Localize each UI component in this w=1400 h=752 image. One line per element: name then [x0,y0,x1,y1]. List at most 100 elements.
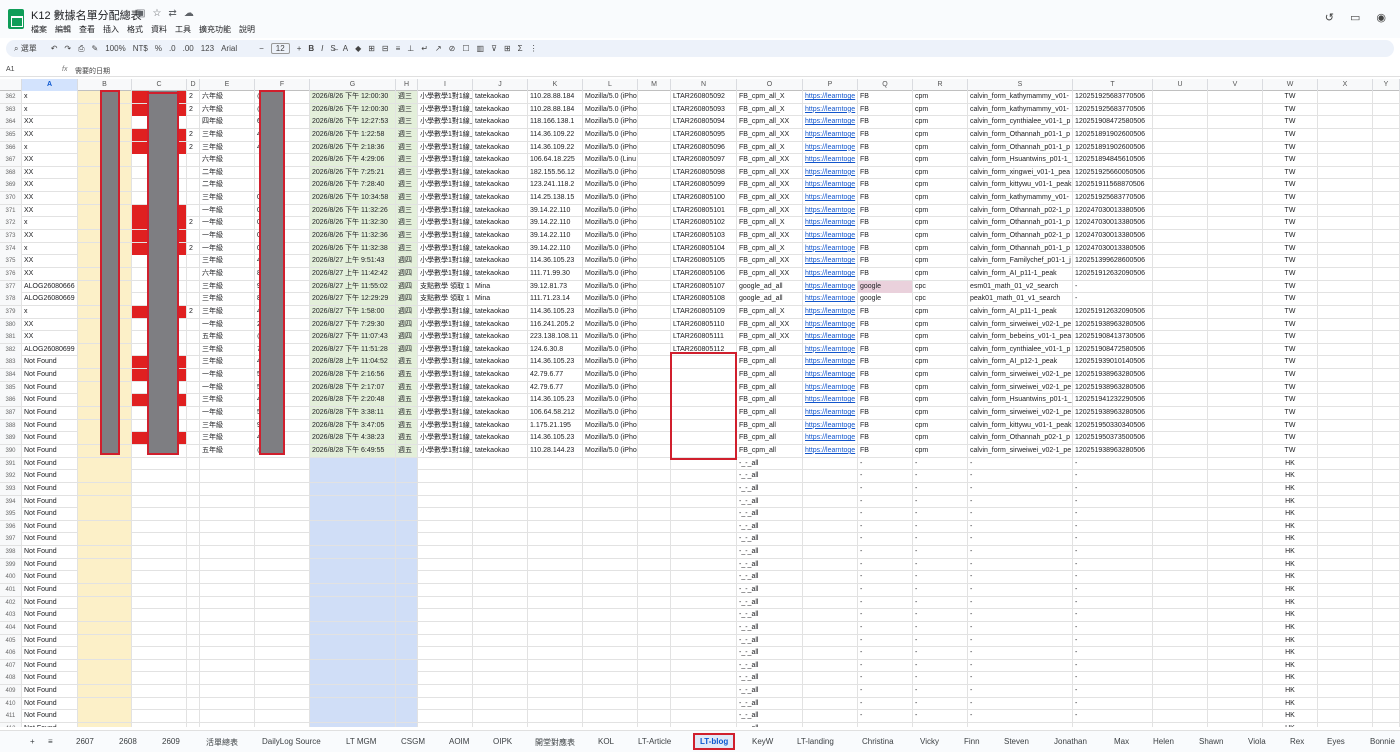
cell-m[interactable] [638,179,671,192]
cell-r[interactable]: - [913,634,968,647]
menu-item[interactable]: 工具 [175,25,191,34]
cell-g[interactable] [310,723,396,727]
cell-x[interactable] [1318,583,1373,596]
cell-e[interactable] [200,533,255,546]
cell-u[interactable] [1153,381,1208,394]
sheet-tab[interactable]: KeyW [752,737,773,746]
cell-j[interactable] [473,558,528,571]
row-number[interactable]: 393 [0,482,22,495]
cell-b[interactable] [78,710,132,723]
cell-h[interactable] [396,558,418,571]
cell-o[interactable]: -_-_all [737,583,803,596]
cell-a[interactable]: Not Found [22,596,78,609]
cell-o[interactable]: FB_cpm_all_XX [737,154,803,167]
cell-t[interactable]: - [1073,546,1153,559]
cell-a[interactable]: XX [22,255,78,268]
cell-y[interactable] [1373,343,1400,356]
cell-p[interactable] [803,634,858,647]
cell-r[interactable]: - [913,470,968,483]
cell-v[interactable] [1208,116,1263,129]
cell-r[interactable]: - [913,495,968,508]
cell-j[interactable]: tatekaokao [473,356,528,369]
cell-q[interactable]: FB [858,356,913,369]
cell-k[interactable]: 114.36.109.22 [528,128,583,141]
cell-p[interactable] [803,508,858,521]
cell-k[interactable] [528,659,583,672]
cell-x[interactable] [1318,343,1373,356]
cell-v[interactable] [1208,457,1263,470]
cell-x[interactable] [1318,520,1373,533]
cell-e[interactable] [200,634,255,647]
cell-a[interactable]: Not Found [22,520,78,533]
cell-y[interactable] [1373,331,1400,344]
cell-d[interactable]: 2 [187,103,200,116]
menu-item[interactable]: 檔案 [31,25,47,34]
cell-n[interactable]: LTAR260805108 [671,293,737,306]
column-header-l[interactable]: L [583,79,638,91]
cell-p[interactable]: https://learntoge [803,305,858,318]
cell-v[interactable] [1208,407,1263,420]
cell-h[interactable]: 週五 [396,394,418,407]
cell-g[interactable] [310,533,396,546]
cell-a[interactable]: ALOG26080669 [22,293,78,306]
cell-i[interactable]: 小學數學1對1線上 [418,154,473,167]
row-number[interactable]: 401 [0,583,22,596]
cell-q[interactable]: FB [858,432,913,445]
cell-l[interactable] [583,508,638,521]
cell-o[interactable]: -_-_all [737,609,803,622]
cell-l[interactable] [583,482,638,495]
cell-l[interactable]: Mozilla/5.0 (iPho [583,444,638,457]
cell-d[interactable] [187,444,200,457]
cell-w[interactable]: HK [1263,520,1318,533]
cell-b[interactable] [78,609,132,622]
cell-t[interactable]: 120251912632090506 [1073,305,1153,318]
cell-c[interactable] [132,482,187,495]
cell-v[interactable] [1208,419,1263,432]
cell-r[interactable]: cpm [913,318,968,331]
cell-i[interactable] [418,647,473,660]
cell-h[interactable] [396,533,418,546]
cell-y[interactable] [1373,444,1400,457]
cell-m[interactable] [638,356,671,369]
cell-v[interactable] [1208,609,1263,622]
cell-y[interactable] [1373,356,1400,369]
cell-c[interactable] [132,609,187,622]
cell-i[interactable]: 小學數學1對1線上 [418,419,473,432]
cell-f[interactable] [255,571,310,584]
cell-c[interactable] [132,558,187,571]
cell-v[interactable] [1208,520,1263,533]
cell-l[interactable]: Mozilla/5.0 (iPho [583,280,638,293]
cell-g[interactable] [310,546,396,559]
cell-a[interactable]: XX [22,116,78,129]
cell-x[interactable] [1318,697,1373,710]
sheet-tab[interactable]: LT-Article [638,737,671,746]
cell-j[interactable] [473,583,528,596]
cell-x[interactable] [1318,621,1373,634]
cell-m[interactable] [638,508,671,521]
column-header-i[interactable]: I [418,79,473,91]
row-number[interactable]: 365 [0,128,22,141]
cell-q[interactable]: FB [858,444,913,457]
cell-q[interactable]: - [858,520,913,533]
cell-a[interactable]: Not Found [22,609,78,622]
cell-t[interactable]: - [1073,520,1153,533]
row-number[interactable]: 383 [0,356,22,369]
sheet-tab[interactable]: Eyes [1327,737,1345,746]
cell-v[interactable] [1208,583,1263,596]
cell-n[interactable]: LTAR260805101 [671,204,737,217]
cell-k[interactable]: 114.36.105.23 [528,356,583,369]
cell-d[interactable] [187,482,200,495]
cell-t[interactable]: 120247030013380506 [1073,217,1153,230]
cell-u[interactable] [1153,204,1208,217]
cell-t[interactable]: - [1073,583,1153,596]
cell-f[interactable] [255,723,310,727]
cell-l[interactable]: Mozilla/5.0 (iPho [583,407,638,420]
cell-p[interactable]: https://learntoge [803,230,858,243]
cell-u[interactable] [1153,546,1208,559]
cell-m[interactable] [638,609,671,622]
cell-y[interactable] [1373,166,1400,179]
cell-u[interactable] [1153,495,1208,508]
cell-e[interactable] [200,723,255,727]
cell-r[interactable]: cpm [913,128,968,141]
cell-e[interactable]: 三年級 [200,432,255,445]
